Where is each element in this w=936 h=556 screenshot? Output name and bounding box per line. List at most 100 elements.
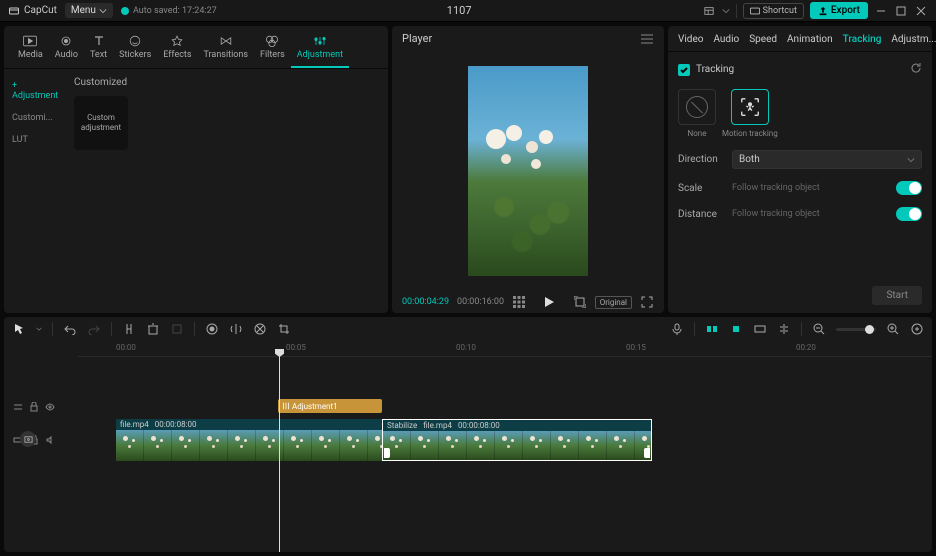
time-current: 00:00:04:29 bbox=[402, 297, 449, 307]
lock-icon[interactable] bbox=[28, 401, 40, 413]
rotate-icon[interactable] bbox=[253, 322, 267, 336]
record-icon[interactable] bbox=[205, 322, 219, 336]
magnetic-icon[interactable] bbox=[705, 322, 719, 336]
inspector-tab-audio[interactable]: Audio bbox=[713, 34, 739, 45]
filters-icon bbox=[264, 34, 280, 48]
export-button[interactable]: Export bbox=[810, 2, 868, 19]
align-icon[interactable] bbox=[777, 322, 791, 336]
video-clip-2[interactable]: Stabilizefile.mp400:00:08:00 bbox=[382, 419, 652, 461]
timeline-ruler[interactable]: 00:00 00:05 00:10 00:15 00:20 bbox=[78, 341, 932, 357]
mic-icon[interactable] bbox=[670, 322, 684, 336]
link-icon[interactable] bbox=[729, 322, 743, 336]
menu-button[interactable]: Menu bbox=[65, 3, 113, 18]
collapse-icon[interactable] bbox=[12, 401, 24, 413]
shortcut-button[interactable]: Shortcut bbox=[743, 3, 804, 19]
title-bar: CapCut Menu Auto saved: 17:24:27 1107 Sh… bbox=[0, 0, 936, 22]
visibility-icon[interactable] bbox=[44, 401, 56, 413]
zoom-in-icon[interactable] bbox=[886, 322, 900, 336]
split-icon[interactable] bbox=[122, 322, 136, 336]
preview-icon[interactable] bbox=[753, 322, 767, 336]
inspector-tab-animation[interactable]: Animation bbox=[787, 34, 833, 45]
reset-icon[interactable] bbox=[910, 62, 922, 77]
inspector-tab-adjustment[interactable]: Adjustm... bbox=[891, 34, 936, 45]
brand-text: CapCut bbox=[24, 5, 57, 16]
layout-button[interactable] bbox=[702, 4, 716, 18]
audio-icon bbox=[58, 34, 74, 48]
minimize-button[interactable] bbox=[874, 4, 888, 18]
left-sidebar: Adjustment Customi... LUT bbox=[4, 69, 66, 313]
original-button[interactable]: Original bbox=[595, 296, 632, 309]
media-icon bbox=[22, 34, 38, 48]
custom-adjustment-card[interactable]: Custom adjustment bbox=[74, 96, 128, 150]
tab-adjustment[interactable]: Adjustment bbox=[291, 32, 349, 68]
keyboard-icon bbox=[750, 7, 760, 15]
adjustment-icon bbox=[312, 34, 328, 48]
text-icon bbox=[91, 34, 107, 48]
player-menu-icon[interactable] bbox=[640, 33, 654, 45]
clip-handle-right[interactable] bbox=[644, 448, 650, 458]
player-controls: 00:00:04:29 00:00:16:00 Original bbox=[392, 291, 664, 313]
scale-label: Scale bbox=[678, 183, 724, 194]
tab-filters[interactable]: Filters bbox=[254, 32, 291, 68]
transitions-icon bbox=[218, 34, 234, 48]
fullscreen-icon[interactable] bbox=[640, 295, 654, 309]
tab-text[interactable]: Text bbox=[84, 32, 113, 68]
adjustment-clip[interactable]: Adjustment1 bbox=[278, 399, 382, 413]
distance-toggle[interactable] bbox=[896, 207, 922, 221]
tool-icon bbox=[170, 322, 184, 336]
clip-handle-left[interactable] bbox=[384, 448, 390, 458]
mute-icon[interactable] bbox=[44, 434, 56, 446]
tab-audio[interactable]: Audio bbox=[49, 32, 84, 68]
motion-tracking-icon bbox=[739, 96, 761, 118]
direction-label: Direction bbox=[678, 154, 724, 165]
effects-icon bbox=[169, 34, 185, 48]
mirror-icon[interactable] bbox=[229, 322, 243, 336]
sidebar-item-adjustment[interactable]: Adjustment bbox=[4, 75, 66, 107]
direction-select[interactable]: Both bbox=[732, 150, 922, 169]
tracking-option-motion[interactable]: Motion tracking bbox=[722, 89, 778, 138]
scale-toggle[interactable] bbox=[896, 181, 922, 195]
project-title: 1107 bbox=[225, 4, 694, 17]
selection-tool-icon[interactable] bbox=[12, 322, 26, 336]
zoom-out-icon[interactable] bbox=[812, 322, 826, 336]
scale-icon[interactable] bbox=[573, 295, 587, 309]
maximize-button[interactable] bbox=[894, 4, 908, 18]
tab-media[interactable]: Media bbox=[12, 32, 49, 68]
tab-stickers[interactable]: Stickers bbox=[113, 32, 157, 68]
time-total: 00:00:16:00 bbox=[457, 297, 504, 307]
tracking-checkbox[interactable] bbox=[678, 64, 690, 76]
app-logo-icon bbox=[8, 5, 20, 17]
fit-icon[interactable] bbox=[910, 322, 924, 336]
inspector-tab-video[interactable]: Video bbox=[678, 34, 703, 45]
crop-icon[interactable] bbox=[277, 322, 291, 336]
tracking-option-none[interactable]: None bbox=[678, 89, 716, 138]
inspector-tab-tracking[interactable]: Tracking bbox=[843, 34, 882, 45]
player-viewport[interactable] bbox=[392, 51, 664, 291]
grid-icon[interactable] bbox=[512, 295, 526, 309]
chevron-down-icon[interactable] bbox=[36, 326, 42, 332]
undo-icon[interactable] bbox=[63, 322, 77, 336]
media-tabs: Media Audio Text Stickers Effects Transi… bbox=[4, 26, 388, 69]
close-button[interactable] bbox=[914, 4, 928, 18]
brand: CapCut bbox=[8, 5, 57, 17]
timeline-toolbar bbox=[4, 317, 932, 341]
sidebar-item-customized[interactable]: Customi... bbox=[4, 107, 66, 129]
play-button[interactable] bbox=[542, 295, 556, 309]
tab-transitions[interactable]: Transitions bbox=[198, 32, 255, 68]
video-clip-1[interactable]: file.mp400:00:08:00 bbox=[116, 419, 382, 461]
sidebar-item-lut[interactable]: LUT bbox=[4, 129, 66, 151]
track-badge-icon[interactable] bbox=[20, 431, 36, 447]
export-icon bbox=[818, 6, 828, 16]
zoom-slider[interactable] bbox=[836, 328, 876, 331]
stickers-icon bbox=[127, 34, 143, 48]
inspector-tab-speed[interactable]: Speed bbox=[749, 34, 777, 45]
player-title: Player bbox=[402, 32, 432, 45]
tab-effects[interactable]: Effects bbox=[157, 32, 197, 68]
distance-label: Distance bbox=[678, 209, 724, 220]
save-dot-icon bbox=[121, 7, 129, 15]
redo-icon bbox=[87, 322, 101, 336]
chevron-down-icon bbox=[99, 7, 107, 15]
chevron-down-icon[interactable] bbox=[722, 7, 730, 15]
start-button[interactable]: Start bbox=[872, 286, 922, 305]
delete-icon[interactable] bbox=[146, 322, 160, 336]
